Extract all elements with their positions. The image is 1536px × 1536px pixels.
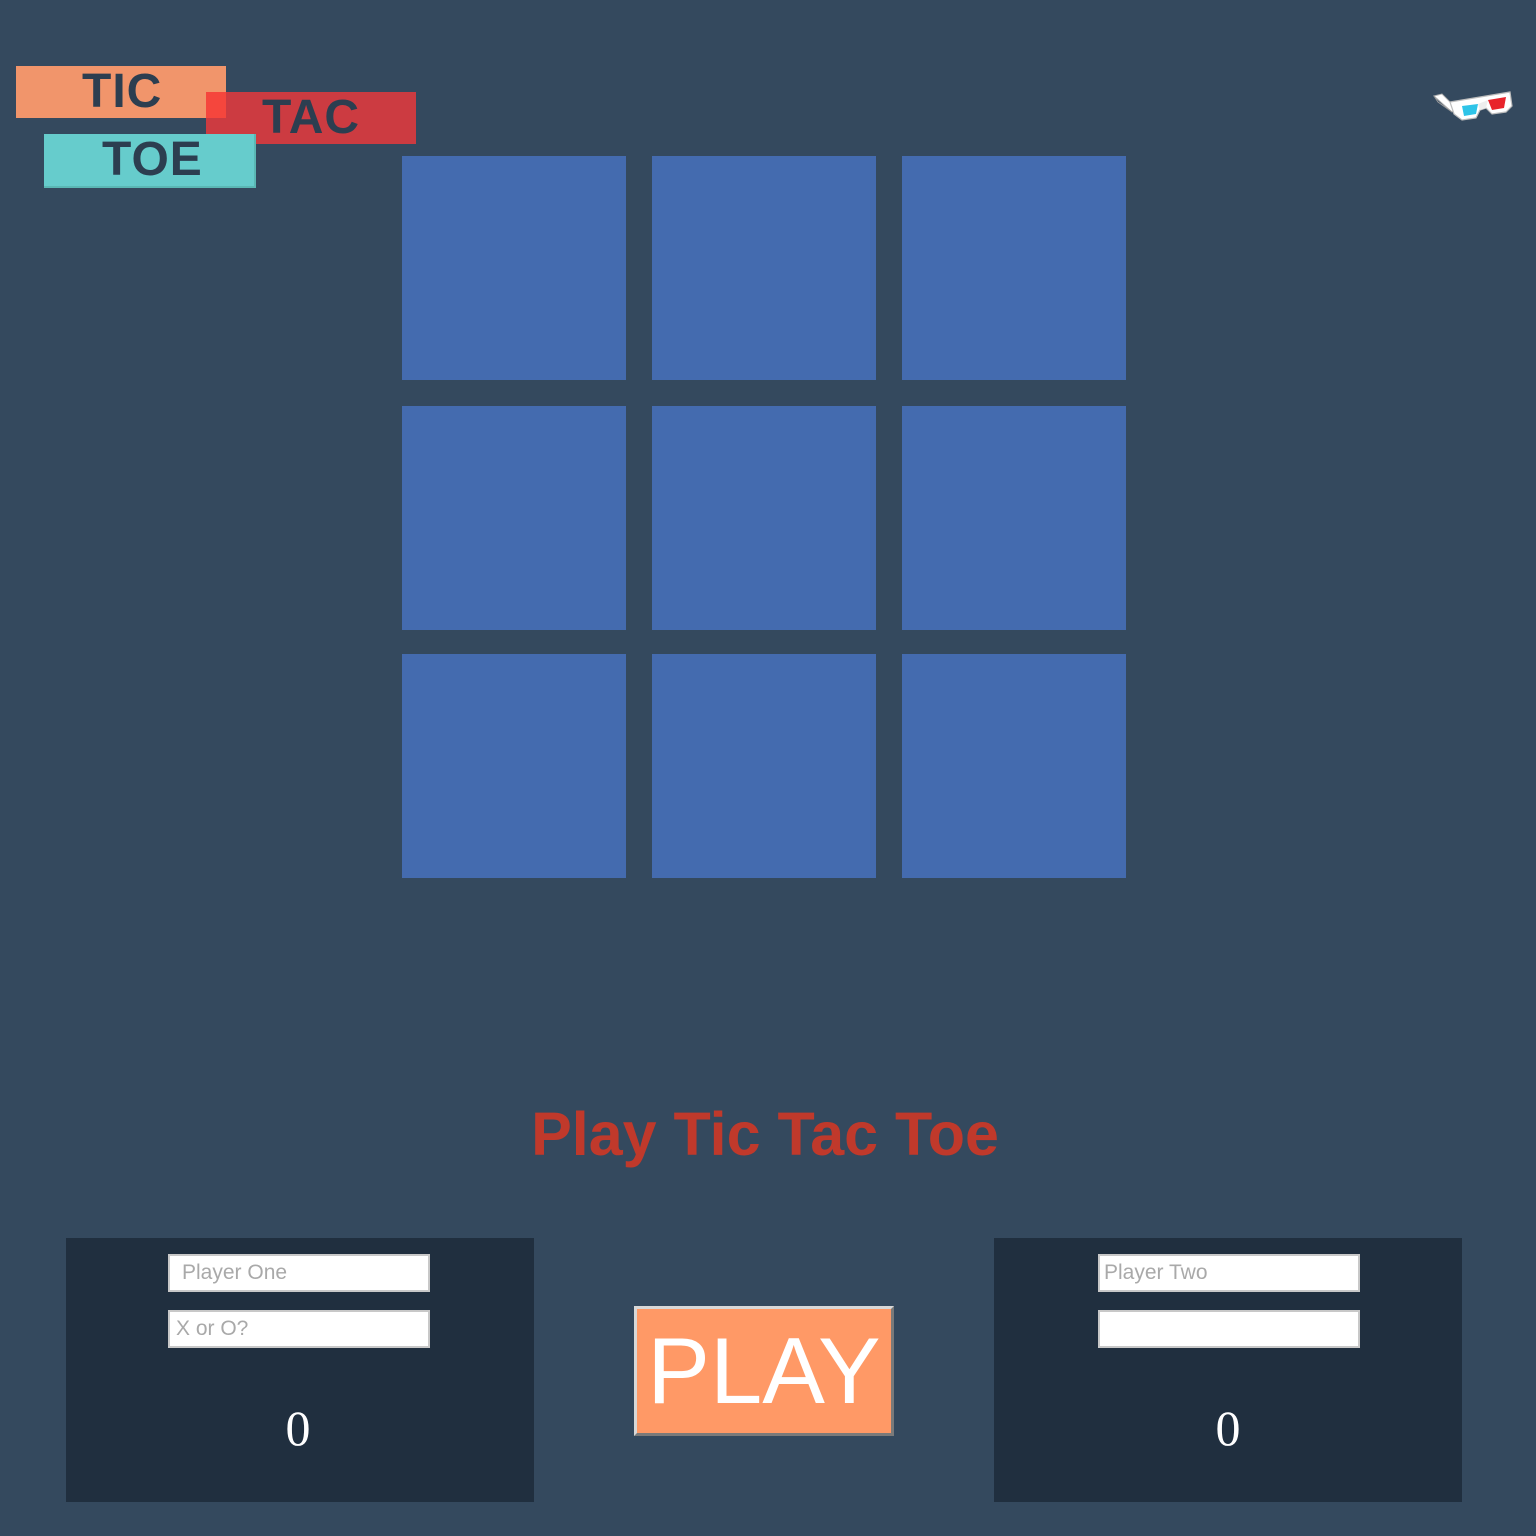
logo-tic: TIC [16, 66, 226, 118]
player-two-name-input[interactable] [1098, 1254, 1360, 1292]
board-cell-5[interactable] [652, 406, 876, 630]
player-one-panel: 0 [66, 1238, 534, 1502]
board-cell-9[interactable] [902, 654, 1126, 878]
logo-overlap [206, 92, 226, 118]
player-two-score: 0 [1215, 1400, 1241, 1456]
board-cell-1[interactable] [402, 156, 626, 380]
player-one-mark-input[interactable] [168, 1310, 430, 1348]
board-cell-4[interactable] [402, 406, 626, 630]
player-one-score: 0 [285, 1400, 311, 1456]
board-cell-7[interactable] [402, 654, 626, 878]
board-cell-6[interactable] [902, 406, 1126, 630]
board-cell-2[interactable] [652, 156, 876, 380]
game-heading: Play Tic Tac Toe [531, 1100, 999, 1168]
logo-toe: TOE [44, 134, 256, 188]
play-button[interactable]: PLAY [634, 1306, 894, 1436]
logo: TIC TAC TOE [0, 0, 440, 200]
game-board [402, 156, 1126, 878]
player-two-mark-input[interactable] [1098, 1310, 1360, 1348]
player-one-name-input[interactable] [168, 1254, 430, 1292]
board-cell-3[interactable] [902, 156, 1126, 380]
game-page: TIC TAC TOE Play Tic Tac Toe Player One … [0, 0, 1536, 1536]
3d-glasses-icon[interactable] [1432, 84, 1514, 126]
player-two-panel: 0 [994, 1238, 1462, 1502]
board-cell-8[interactable] [652, 654, 876, 878]
